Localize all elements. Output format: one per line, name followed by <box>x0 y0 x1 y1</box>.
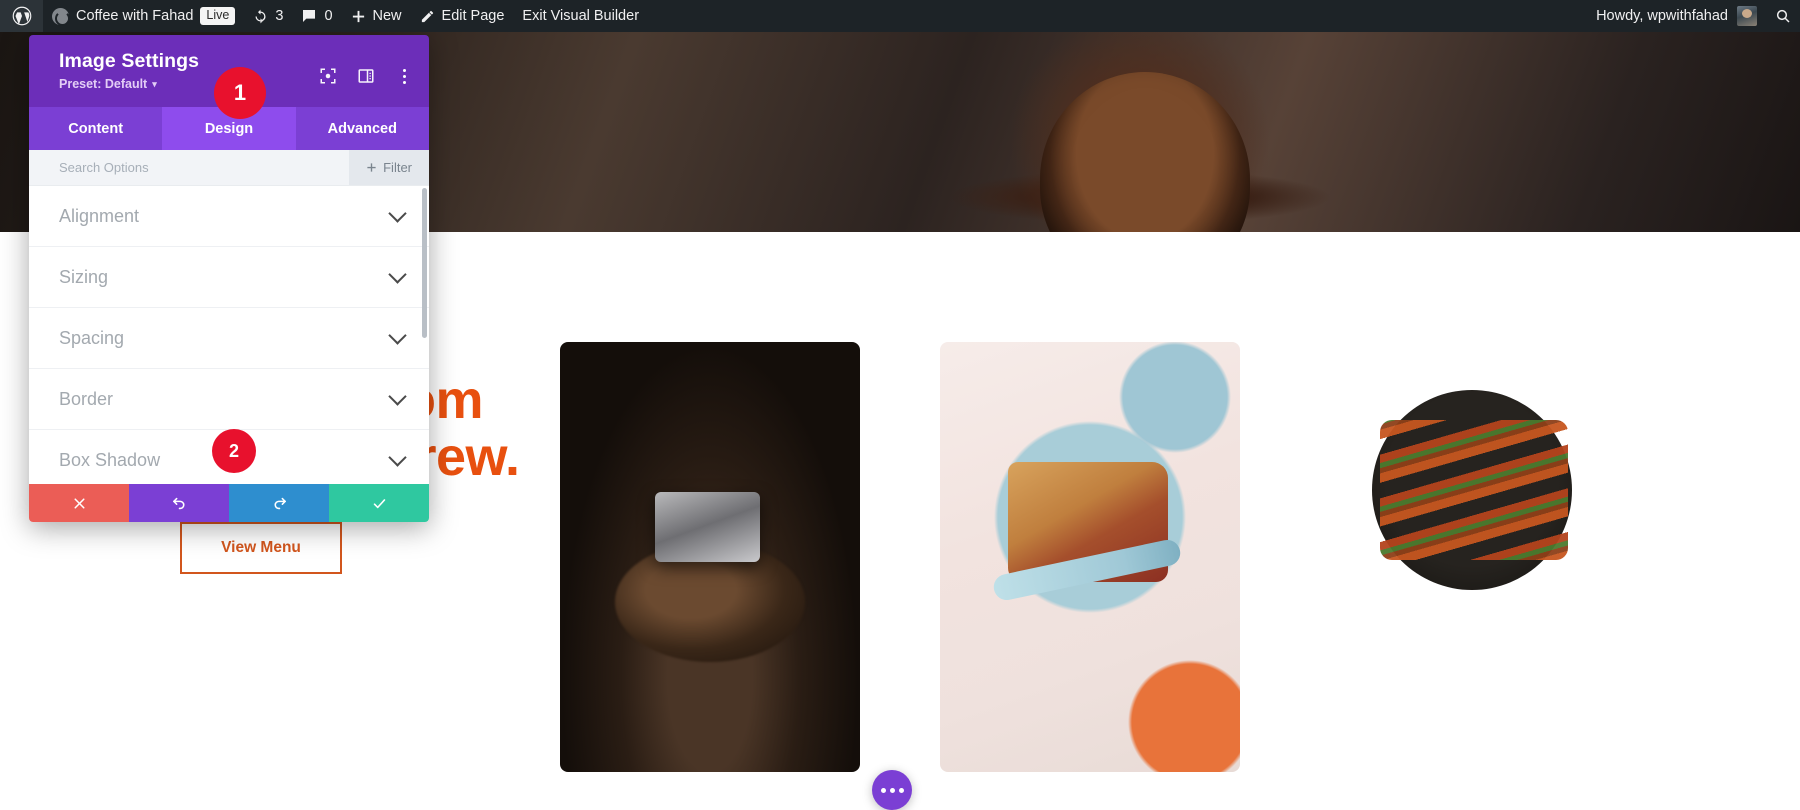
dot <box>402 74 406 78</box>
dot <box>402 80 406 84</box>
section-alignment[interactable]: Alignment <box>29 186 429 247</box>
section-label: Box Shadow <box>59 449 161 470</box>
filter-button[interactable]: Filter <box>349 150 429 185</box>
search-row: Filter <box>29 150 429 186</box>
admin-bar-comments[interactable]: 0 <box>292 0 341 32</box>
chevron-down-icon <box>388 325 407 345</box>
search-icon <box>1775 8 1791 24</box>
checkmark-icon <box>373 498 385 508</box>
panel-layout-icon[interactable] <box>357 67 375 85</box>
site-title-label: Coffee with Fahad <box>76 8 194 24</box>
undo-button[interactable] <box>129 484 229 522</box>
more-horizontal-icon[interactable] <box>872 770 912 810</box>
section-border[interactable]: Border <box>29 369 429 430</box>
tab-content[interactable]: Content <box>29 107 163 150</box>
admin-bar-exit-visual-builder[interactable]: Exit Visual Builder <box>513 0 648 32</box>
modal-body: Filter Alignment Sizing Spacing Border B… <box>29 150 429 522</box>
admin-bar-search[interactable] <box>1766 0 1800 32</box>
save-button[interactable] <box>329 484 429 522</box>
options-scrollbar[interactable] <box>422 188 427 338</box>
view-menu-button[interactable]: View Menu <box>180 522 342 574</box>
kebab-skillet-photo[interactable] <box>1320 342 1620 642</box>
chevron-down-icon <box>388 386 407 406</box>
options-scroll-area: Alignment Sizing Spacing Border Box Shad… <box>29 186 429 484</box>
avatar <box>1737 6 1757 26</box>
fab-dot <box>889 787 895 793</box>
updates-count: 3 <box>275 8 284 24</box>
search-input[interactable] <box>29 150 350 185</box>
section-spacing[interactable]: Spacing <box>29 308 429 369</box>
dashboard-icon <box>52 7 70 26</box>
redo-button[interactable] <box>229 484 329 522</box>
coffee-grinder-photo[interactable] <box>560 342 860 772</box>
section-label: Alignment <box>59 205 140 226</box>
howdy-label: Howdy, wpwithfahad <box>1596 8 1728 24</box>
admin-bar-updates[interactable]: 3 <box>244 0 292 32</box>
chevron-down-icon <box>388 264 407 284</box>
chevron-down-icon: ▾ <box>152 78 157 89</box>
new-label: New <box>372 8 402 24</box>
admin-bar-new[interactable]: New <box>342 0 411 32</box>
preset-selector[interactable]: Preset: Default ▾ <box>59 77 157 91</box>
jam-toast-photo[interactable] <box>940 342 1240 772</box>
wordpress-logo-icon[interactable] <box>0 0 43 32</box>
comments-icon <box>301 8 317 24</box>
redo-icon <box>273 497 286 509</box>
chevron-down-icon <box>388 447 407 467</box>
more-options-icon[interactable] <box>395 67 413 85</box>
image-settings-modal: Image Settings Preset: Default ▾ 1 Conte… <box>29 35 429 522</box>
chevron-down-icon <box>388 203 407 223</box>
exit-visual-builder-label: Exit Visual Builder <box>522 8 640 24</box>
filter-label: Filter <box>383 160 412 175</box>
modal-header: Image Settings Preset: Default ▾ 1 <box>29 35 429 119</box>
live-badge: Live <box>200 7 236 25</box>
fab-dot <box>880 787 886 793</box>
comments-count: 0 <box>324 8 333 24</box>
plus-icon <box>367 163 376 172</box>
tab-advanced[interactable]: Advanced <box>295 107 429 150</box>
section-label: Border <box>59 388 114 409</box>
pencil-icon <box>420 9 435 24</box>
callout-badge-1: 1 <box>214 67 266 119</box>
plus-icon <box>351 9 366 24</box>
edit-page-label: Edit Page <box>441 8 505 24</box>
wp-admin-bar: Coffee with Fahad Live 3 0 New Edit Page… <box>0 0 1800 32</box>
section-label: Spacing <box>59 327 125 348</box>
section-label: Sizing <box>59 266 109 287</box>
wordpress-logo-glyph <box>12 6 32 26</box>
preset-label: Preset: Default <box>59 77 148 91</box>
undo-icon <box>172 497 185 509</box>
admin-bar-right-group: Howdy, wpwithfahad <box>1587 0 1800 32</box>
dot <box>402 68 406 72</box>
updates-icon <box>253 9 268 24</box>
cancel-button[interactable] <box>29 484 129 522</box>
focus-target-icon[interactable] <box>319 67 337 85</box>
section-sizing[interactable]: Sizing <box>29 247 429 308</box>
callout-badge-2: 2 <box>212 429 256 473</box>
admin-bar-site-name[interactable]: Coffee with Fahad Live <box>43 0 244 32</box>
fab-dot <box>898 787 904 793</box>
close-x-icon <box>73 497 85 509</box>
admin-bar-account[interactable]: Howdy, wpwithfahad <box>1587 0 1766 32</box>
admin-bar-edit-page[interactable]: Edit Page <box>411 0 514 32</box>
modal-action-bar <box>29 484 429 522</box>
modal-header-icons <box>319 67 413 85</box>
